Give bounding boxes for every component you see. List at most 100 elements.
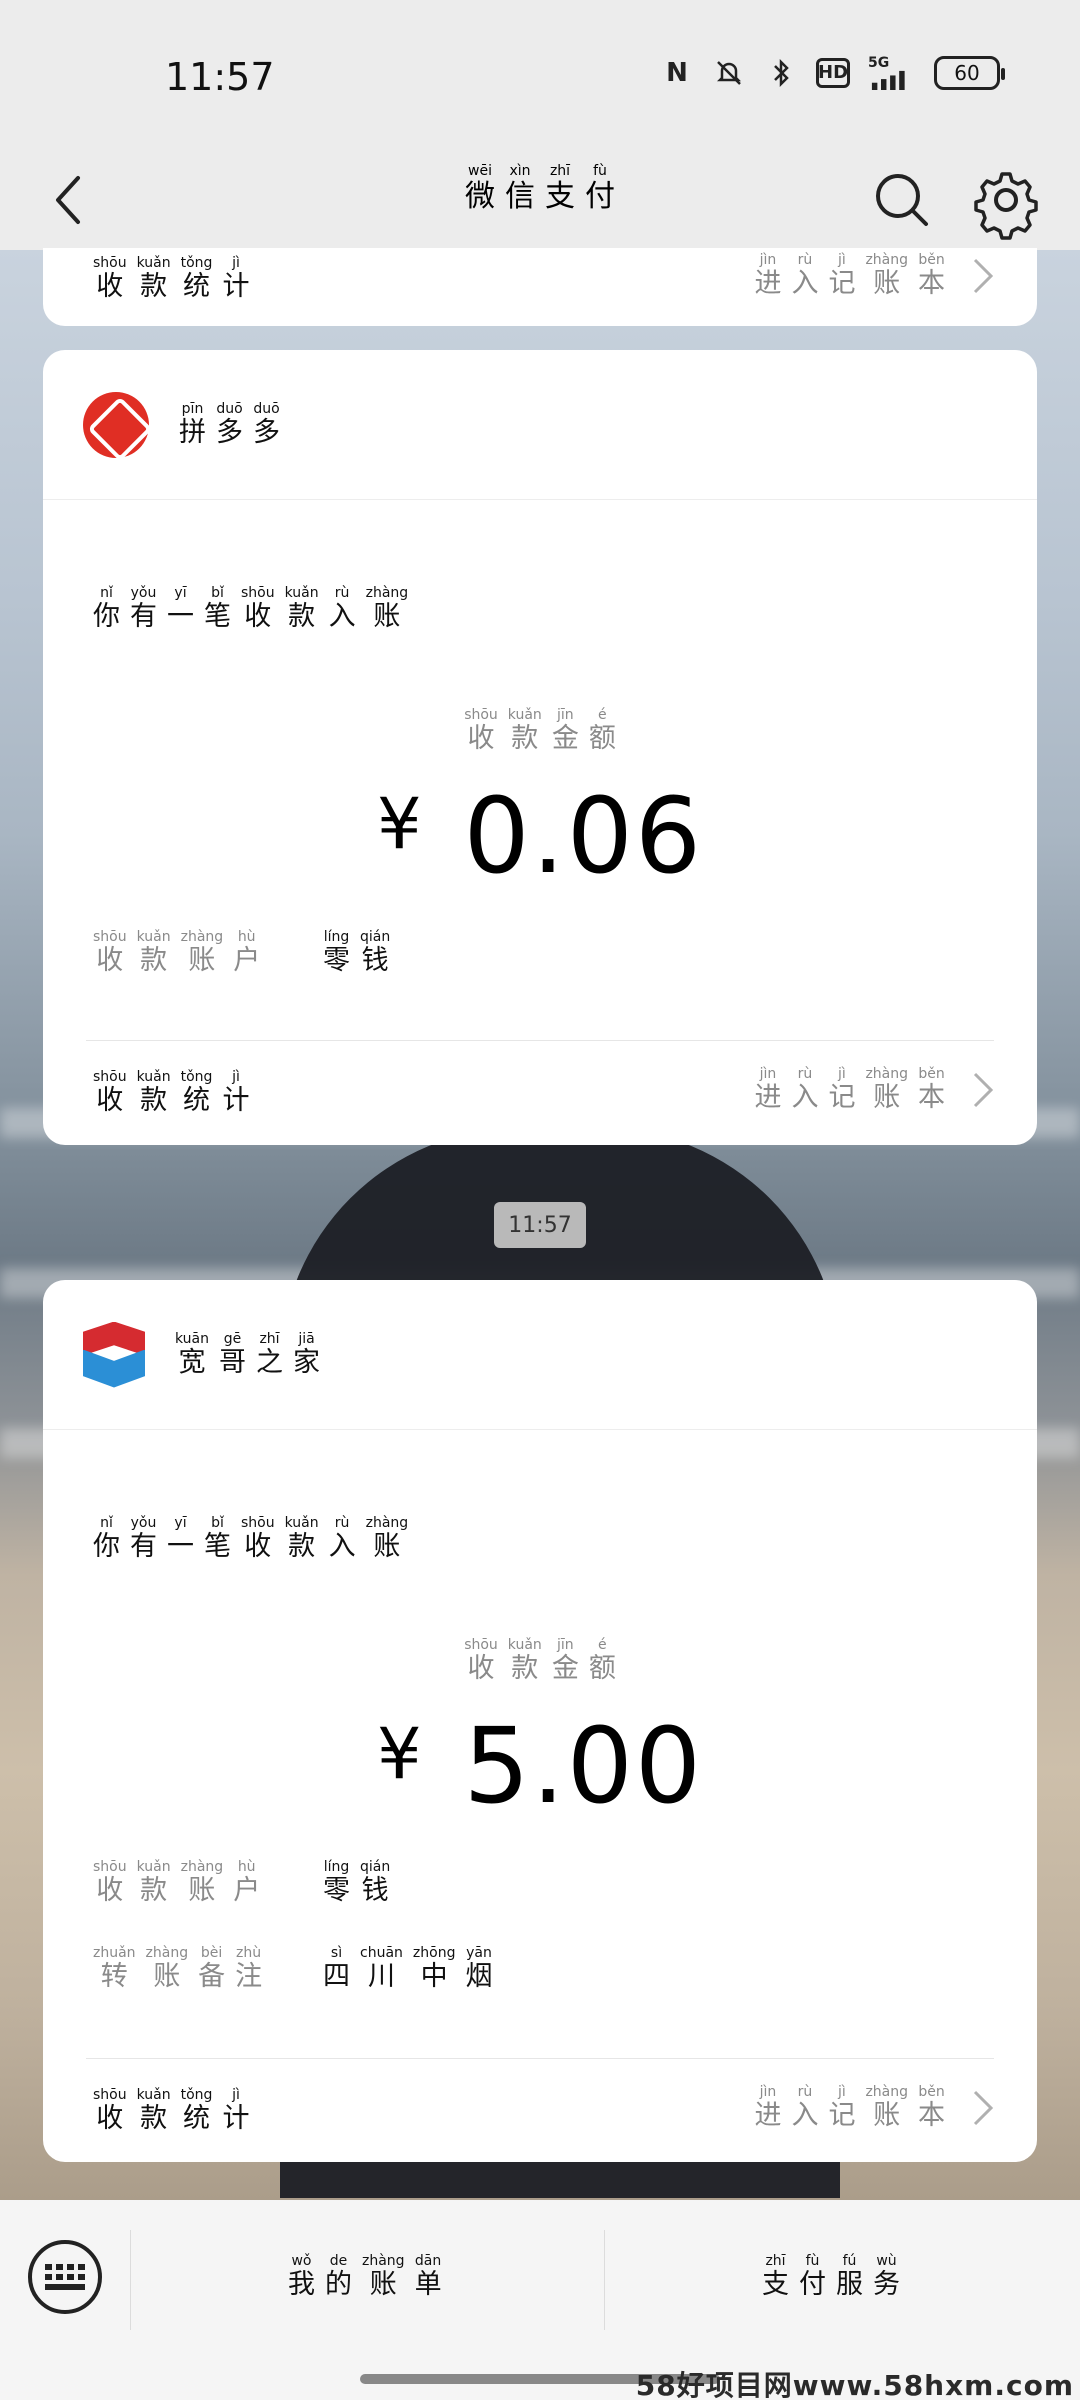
- ledger-link[interactable]: jìn 进 rù 入 jì 记 zhàng 账 běn 本: [754, 2084, 997, 2132]
- pinyin: bǐ: [211, 1515, 224, 1531]
- pinyin-char: rù 入: [791, 252, 818, 300]
- pinyin-char: é额: [589, 707, 616, 755]
- amount-label: shōu 收 kuǎn 款 jīn 金 é 额: [464, 707, 616, 755]
- tab-my-bills[interactable]: wǒ 我 de 的 zhàng 账 dān 单: [288, 2250, 442, 2301]
- hanzi: 钱: [361, 945, 389, 976]
- pinyin-char: kuān 宽: [175, 1331, 209, 1379]
- pinyin: qián: [360, 929, 391, 945]
- settings-button[interactable]: [966, 160, 1046, 240]
- kuange-logo: [83, 1321, 145, 1388]
- pinyin: zhàng: [365, 585, 409, 601]
- hanzi: 收: [96, 1085, 124, 1116]
- hanzi: 有: [130, 601, 157, 632]
- pinyin-char: líng 零: [323, 1859, 350, 1907]
- keyboard-toggle-button[interactable]: [28, 2240, 102, 2314]
- pinyin: shōu: [464, 1637, 498, 1653]
- hanzi: 入: [791, 1082, 819, 1113]
- pinyin-char: shōu 收: [464, 1637, 498, 1685]
- stats-link[interactable]: shōu 收 kuǎn 款 tǒng 统 jì 计: [93, 255, 249, 303]
- account-label: shōu 收 kuǎn 款 zhàng 账 hù 户: [93, 929, 260, 977]
- pinyin-char: zhàng 账: [181, 1859, 224, 1907]
- mute-icon: [712, 56, 746, 90]
- pinyin: rù: [797, 2084, 813, 2100]
- pinyin-char: xìn 信: [505, 163, 535, 215]
- amount-value: ¥0.06: [43, 775, 1037, 897]
- pinyin: wǒ: [291, 2253, 312, 2269]
- hanzi: 川: [367, 1961, 395, 1992]
- pinyin: líng: [323, 929, 350, 945]
- pinyin-char: jiā 家: [293, 1331, 320, 1379]
- hanzi: 账: [153, 1961, 181, 1992]
- ledger-link[interactable]: jìn 进 rù 入 jì 记 zhàng 账 běn 本: [754, 1066, 997, 1114]
- pinyin: tǒng: [180, 255, 213, 271]
- pinyin-char: wēi 微: [465, 163, 495, 215]
- tab-payment-services[interactable]: zhī 支 fù 付 fú 服 wù 务: [762, 2250, 900, 2301]
- stats-link[interactable]: shōu 收 kuǎn 款 tǒng 统 jì 计: [93, 2087, 249, 2135]
- hanzi: 零: [323, 1875, 350, 1906]
- pinyin: zhàng: [362, 2253, 405, 2269]
- hanzi: 款: [140, 1085, 168, 1116]
- pinyin-char: pīn 拼: [179, 401, 206, 449]
- pinyin-char: shōu 收: [241, 585, 275, 633]
- pinyin: jì: [232, 2087, 240, 2103]
- pinyin-char: shōu 收: [464, 707, 498, 755]
- pinduoduo-logo: [83, 391, 149, 458]
- pinyin-char: zhōng 中: [413, 1945, 456, 1993]
- network-type: 5G: [868, 55, 890, 71]
- pinyin-char: běn 本: [918, 1066, 945, 1114]
- pinyin-char: qián 钱: [360, 929, 390, 977]
- ledger-link[interactable]: jìn 进 rù 入 jì 记 zhàng 账 běn 本: [754, 252, 997, 300]
- pinyin-char: tǒng 统: [181, 255, 213, 303]
- pinyin-char: jīn 金: [552, 1637, 579, 1685]
- pinyin: zhàng: [365, 1515, 409, 1531]
- pinyin-char: jì 计: [222, 2087, 249, 2135]
- card-header: pīn 拼 duō 多 duō 多: [43, 350, 1037, 500]
- card-header: kuān 宽 gē 哥 zhī 之 jiā 家: [43, 1280, 1037, 1430]
- pinyin: zhù: [236, 1945, 262, 1961]
- pinyin-char: zhàng 账: [865, 252, 908, 300]
- pinyin: bèi: [200, 1945, 223, 1961]
- pinyin: jì: [232, 255, 240, 271]
- hanzi: 一: [167, 601, 194, 632]
- pinyin: jiā: [298, 1330, 315, 1347]
- pinyin-char: zhàng 账: [181, 929, 224, 977]
- pinyin: kuǎn: [284, 585, 319, 601]
- hanzi: 服: [836, 2269, 863, 2300]
- screen: 11:57 N HD 5G 60 wēi微xìn信zhī支fù付: [0, 0, 1080, 2400]
- hanzi: 烟: [465, 1961, 493, 1992]
- pinyin: kuǎn: [284, 1515, 319, 1531]
- hanzi: 统: [183, 1085, 211, 1116]
- pinyin: hù: [237, 1859, 256, 1875]
- hanzi: 本: [918, 2100, 945, 2131]
- pinyin-char: zhàng 账: [146, 1945, 189, 1993]
- pinyin-char: rù 入: [329, 1515, 356, 1563]
- hanzi: 信: [505, 179, 535, 214]
- pinyin: jìn: [759, 1066, 777, 1082]
- payment-card-1[interactable]: pīn 拼 duō 多 duō 多 nǐ 你 yǒu 有 yī 一 bǐ 笔 shōu 收 kuǎn 款 rù 入 z…: [43, 350, 1037, 1145]
- pinyin-char: zhàng 账: [366, 585, 409, 633]
- pinyin: zhī: [765, 2253, 786, 2269]
- stats-link[interactable]: shōu 收 kuǎn 款 tǒng 统 jì 计: [93, 1069, 249, 1117]
- hanzi: 微: [465, 179, 495, 214]
- pinyin-char: zhī 支: [762, 2253, 789, 2301]
- pinyin-char: hù 户: [233, 1859, 260, 1907]
- pinyin-char: kuǎn 款: [137, 1859, 171, 1907]
- hanzi: 统: [183, 2103, 211, 2134]
- hanzi: 计: [222, 1085, 250, 1116]
- pinyin: rù: [797, 252, 813, 268]
- pinyin: hù: [237, 929, 256, 945]
- payment-card-2[interactable]: kuān 宽 gē 哥 zhī 之 jiā 家 nǐ 你 yǒu 有 yī 一 bǐ 笔 shōu 收 kuǎn 款…: [43, 1280, 1037, 2162]
- tab-my-bills-label: wǒ 我 de 的 zhàng 账 dān 单: [288, 2253, 442, 2301]
- hanzi: 零: [323, 945, 350, 976]
- pinyin-char: zhuǎn 转: [93, 1945, 136, 1993]
- pinyin: tǒng: [180, 1069, 213, 1085]
- nfc-icon: N: [666, 58, 688, 88]
- currency-symbol: ¥: [376, 783, 424, 865]
- pinyin: é: [598, 707, 607, 723]
- pinyin-char: jìn 进: [754, 1066, 781, 1114]
- hanzi: 多: [216, 416, 243, 448]
- remark-value: sì 四 chuān 川 zhōng 中 yān 烟: [323, 1945, 492, 1993]
- pinyin: shōu: [241, 585, 275, 601]
- hanzi: 入: [328, 601, 356, 632]
- search-button[interactable]: [862, 160, 942, 240]
